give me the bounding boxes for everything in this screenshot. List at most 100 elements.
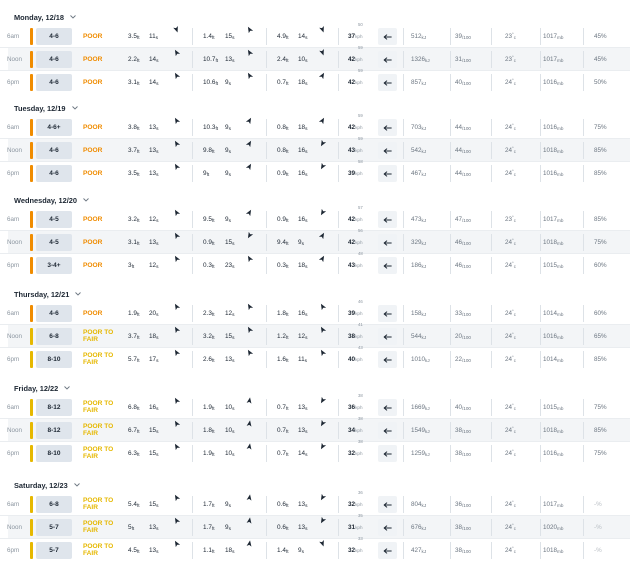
wind-unit: kph [355, 427, 363, 433]
day-header[interactable]: Friday, 12/22 [14, 381, 71, 395]
chevron-down-icon[interactable] [64, 385, 71, 392]
swell-height: 9.4ft [277, 238, 289, 247]
rating-bar [30, 496, 33, 513]
forecast-row[interactable]: 6pm 4-6 POOR 3.5ft 13s 9ft 9s 0.9ft 16s 39 58 kph 46… [0, 159, 630, 184]
swell-height: 4.9ft [277, 32, 289, 41]
forecast-row[interactable]: 6pm 5-7 POOR TO FAIR 4.5ft 13s 1.1ft 18s 1.4ft 9… [0, 536, 630, 561]
forecast-row[interactable]: 6am 4-6+ POOR 3.8ft 13s 10.3ft 9s 0.8ft 18s 42 59 k… [0, 113, 630, 138]
forecast-row[interactable]: 6am 6-8 POOR TO FAIR 5.4ft 15s 1.7ft 9s 0.6ft 13… [0, 490, 630, 515]
forecast-row[interactable]: Noon 8-12 POOR TO FAIR 6.7ft 15s 1.8ft 10s 0.7f… [0, 416, 630, 441]
day-header[interactable]: Saturday, 12/23 [14, 478, 80, 492]
wind-gust-value: 59 [358, 136, 363, 141]
rating-bar [30, 328, 33, 345]
chevron-down-icon[interactable] [71, 105, 78, 112]
humidity: 45% [594, 55, 607, 63]
swell-period: 10s [225, 403, 235, 412]
forecast-row[interactable]: Noon 4-5 POOR 3.1ft 13s 0.9ft 15s 9.4ft 9s 42 56 kp… [0, 228, 630, 253]
forecast-row[interactable]: 6pm 8-10 POOR TO FAIR 6.3ft 15s 1.9ft 10s 0.7ft… [0, 439, 630, 464]
wind-direction-icon [378, 445, 397, 462]
swell-energy: 158kJ [411, 309, 427, 317]
forecast-row[interactable]: Noon 4-6 POOR 3.7ft 13s 9.8ft 9s 0.8ft 16s 43 59 kp… [0, 136, 630, 161]
column-divider [192, 51, 193, 68]
forecast-row[interactable]: 6pm 4-6 POOR 3.1ft 14s 10.6ft 9s 0.7ft 18s 42 59 kp… [0, 68, 630, 93]
chevron-down-icon[interactable] [83, 197, 89, 204]
swell-direction-icon [245, 348, 254, 357]
forecast-row[interactable]: Noon 4-6 POOR 2.2ft 14s 10.7ft 13s 2.4ft 10s 42 59… [0, 45, 630, 70]
swell-direction-icon [172, 25, 181, 34]
swell-direction-icon [245, 325, 254, 334]
rating-label: POOR [83, 146, 103, 154]
forecast-row[interactable]: 6pm 8-10 POOR TO FAIR 5.7ft 17s 2.6ft 13s 1.6ft… [0, 345, 630, 370]
rating-label: POOR TO FAIR [83, 497, 114, 511]
swell-period: 15s [149, 426, 159, 435]
chevron-down-icon[interactable] [73, 482, 80, 489]
forecast-row[interactable]: Noon 5-7 POOR TO FAIR 5ft 13s 1.7ft 9s 0.6ft 13s… [0, 513, 630, 538]
wind-speed-value: 42 [348, 55, 356, 63]
wind-speed-value: 32 [348, 449, 356, 457]
forecast-row[interactable]: 6pm 3-4+ POOR 3ft 12s 0.3ft 23s 0.3ft 18s 43 48 kph… [0, 251, 630, 276]
consistency-score: 38/100 [455, 523, 471, 531]
forecast-row[interactable]: 6am 4-6 POOR 3.5ft 11s 1.4ft 15s 4.9ft 14s 37 50 kp… [0, 22, 630, 47]
surf-size-badge: 4-6+ [36, 119, 72, 136]
swell-energy: 473kJ [411, 215, 427, 223]
rating-bar [30, 74, 33, 91]
water-temperature: 24 ° c [505, 425, 516, 434]
swell-height: 1.6ft [277, 355, 289, 364]
swell-direction-icon [172, 419, 181, 428]
swell-period: 18s [149, 332, 159, 341]
forecast-row[interactable]: 6am 8-12 POOR TO FAIR 6.8ft 16s 1.9ft 10s 0.7ft… [0, 393, 630, 418]
swell-direction-icon [318, 348, 327, 357]
day-header[interactable]: Monday, 12/18 [14, 10, 76, 24]
column-divider [338, 519, 339, 536]
column-divider [338, 119, 339, 136]
swell-period: 15s [225, 32, 235, 41]
swell-energy: 544kJ [411, 332, 427, 340]
forecast-row[interactable]: Noon 6-8 POOR TO FAIR 3.7ft 18s 3.2ft 15s 1.2ft… [0, 322, 630, 347]
swell-period: 14s [298, 32, 308, 41]
day-header[interactable]: Thursday, 12/21 [14, 287, 82, 301]
swell-energy: 542kJ [411, 146, 427, 154]
swell-period: 10s [225, 449, 235, 458]
wind-direction-icon [378, 351, 397, 368]
consistency-score: 36/100 [455, 500, 471, 508]
surf-size-badge: 6-8 [36, 328, 72, 345]
day-header[interactable]: Tuesday, 12/19 [14, 101, 78, 115]
chevron-down-icon[interactable] [75, 291, 82, 298]
wind-speed-value: 40 [348, 355, 356, 363]
rating-label: POOR [83, 238, 103, 246]
consistency-score: 33/100 [455, 309, 471, 317]
wind-speed-value: 42 [348, 215, 356, 223]
swell-direction-icon [245, 539, 254, 548]
day-header[interactable]: Wednesday, 12/20 [14, 193, 89, 207]
wind-unit: kph [355, 170, 363, 176]
wind-gust-value: 43 [358, 345, 363, 350]
swell-period: 23s [225, 261, 235, 270]
rating-label: POOR [83, 169, 103, 177]
swell-energy: 857kJ [411, 78, 427, 86]
wind-gust-value: 38 [358, 416, 363, 421]
forecast-row[interactable]: 6am 4-6 POOR 1.9ft 20s 2.3ft 12s 1.8ft 16s 39 46 kp… [0, 299, 630, 324]
wind-speed-value: 31 [348, 523, 356, 531]
chevron-down-icon[interactable] [70, 14, 76, 21]
swell-height: 2.3ft [203, 309, 215, 318]
swell-direction-icon [245, 231, 254, 240]
humidity: 75% [594, 403, 607, 411]
wind-unit: kph [355, 404, 363, 410]
swell-height: 0.3ft [277, 261, 289, 270]
wind-direction-icon [378, 305, 397, 322]
time-label: 6pm [7, 546, 20, 554]
swell-height: 2.4ft [277, 55, 289, 64]
wind-unit: kph [355, 33, 363, 39]
swell-period: 13s [298, 500, 308, 509]
swell-direction-icon [318, 396, 327, 405]
column-divider [192, 119, 193, 136]
wind-unit: kph [355, 524, 363, 530]
wind-gust-value: 35 [358, 513, 363, 518]
swell-height: 0.9ft [277, 215, 289, 224]
surf-size-badge: 4-6 [36, 28, 72, 45]
pressure: 1018mb [543, 238, 564, 246]
column-divider [266, 399, 267, 416]
forecast-row[interactable]: 6am 4-5 POOR 3.2ft 12s 9.5ft 9s 0.9ft 16s 42 57 kph… [0, 205, 630, 230]
swell-height: 1.9ft [203, 449, 215, 458]
swell-direction-icon [318, 48, 327, 57]
